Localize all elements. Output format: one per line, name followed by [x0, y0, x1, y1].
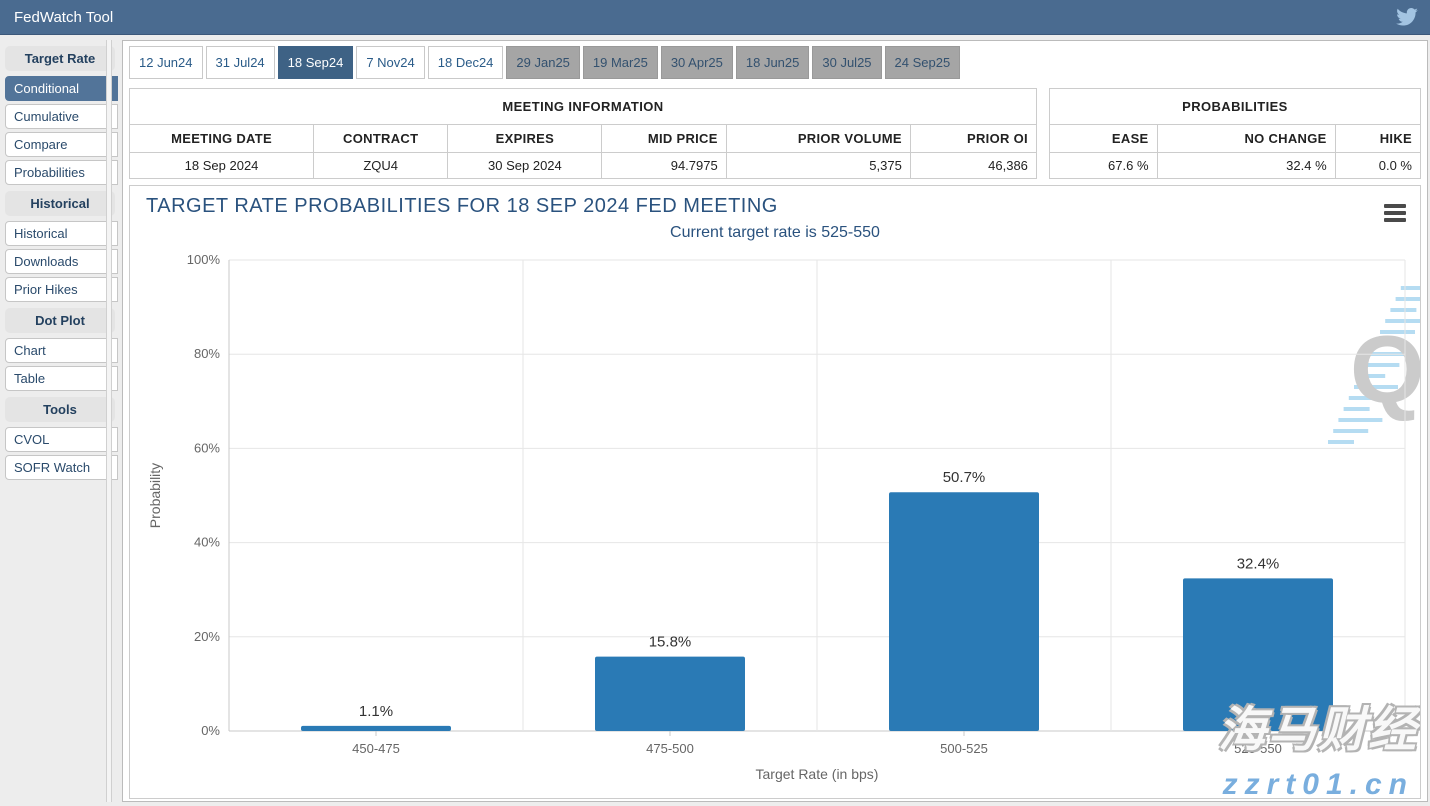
- probabilities-table-title: PROBABILITIES: [1049, 89, 1420, 125]
- meeting-information-table-value-meeting-date: 18 Sep 2024: [130, 153, 314, 179]
- meeting-information-table-col-prior-volume: PRIOR VOLUME: [726, 125, 910, 153]
- sidebar-item-sofr-watch[interactable]: SOFR Watch: [5, 455, 118, 480]
- x-category-label: 450-475: [352, 741, 400, 756]
- sidebar-item-table[interactable]: Table: [5, 366, 118, 391]
- tab-24-sep25[interactable]: 24 Sep25: [885, 46, 961, 79]
- probabilities-table-value-ease: 67.6 %: [1049, 153, 1157, 179]
- sidebar-item-chart[interactable]: Chart: [5, 338, 118, 363]
- sidebar: Target Rate Conditional Cumulative Compare P…: [0, 40, 118, 483]
- meeting-information-table-col-contract: CONTRACT: [314, 125, 448, 153]
- sidebar-item-conditional[interactable]: Conditional: [5, 76, 118, 101]
- sidebar-item-compare[interactable]: Compare: [5, 132, 118, 157]
- tab-18-sep24[interactable]: 18 Sep24: [278, 46, 354, 79]
- app-header: FedWatch Tool: [0, 0, 1430, 35]
- info-tables-row: MEETING INFORMATIONMEETING DATECONTRACTE…: [129, 88, 1421, 179]
- bar-value-label: 32.4%: [1237, 555, 1280, 572]
- chart-context-menu-icon[interactable]: [1384, 204, 1406, 225]
- probabilities-table-col-ease: EASE: [1049, 125, 1157, 153]
- tab-30-apr25[interactable]: 30 Apr25: [661, 46, 733, 79]
- chart-panel: TARGET RATE PROBABILITIES FOR 18 SEP 202…: [129, 185, 1421, 799]
- meeting-information-table-col-mid-price: MID PRICE: [602, 125, 726, 153]
- sidebar-section-header-dot-plot: Dot Plot: [5, 308, 115, 333]
- svg-text:20%: 20%: [194, 629, 220, 644]
- tab-31-jul24[interactable]: 31 Jul24: [206, 46, 275, 79]
- sidebar-section-header-target-rate: Target Rate: [5, 46, 115, 71]
- svg-text:100%: 100%: [187, 252, 221, 267]
- probabilities-table-col-no-change: NO CHANGE: [1157, 125, 1335, 153]
- sidebar-item-cvol[interactable]: CVOL: [5, 427, 118, 452]
- svg-text:60%: 60%: [194, 440, 220, 455]
- bar-value-label: 50.7%: [943, 469, 986, 486]
- meeting-information-table-value-prior-volume: 5,375: [726, 153, 910, 179]
- tab-19-mar25[interactable]: 19 Mar25: [583, 46, 658, 79]
- sidebar-item-historical[interactable]: Historical: [5, 221, 118, 246]
- sidebar-item-probabilities[interactable]: Probabilities: [5, 160, 118, 185]
- tab-30-jul25[interactable]: 30 Jul25: [812, 46, 881, 79]
- sidebar-section-header-historical: Historical: [5, 191, 115, 216]
- svg-text:40%: 40%: [194, 535, 220, 550]
- bar-500-525: [889, 492, 1039, 731]
- meeting-information-table-col-prior-oi: PRIOR OI: [910, 125, 1036, 153]
- main-panel: 12 Jun2431 Jul2418 Sep247 Nov2418 Dec242…: [122, 40, 1428, 802]
- tab-29-jan25[interactable]: 29 Jan25: [506, 46, 580, 79]
- meeting-information-table-value-contract: ZQU4: [314, 153, 448, 179]
- meeting-information-table-value-prior-oi: 46,386: [910, 153, 1036, 179]
- tab-18-jun25[interactable]: 18 Jun25: [736, 46, 810, 79]
- quikstrike-logo-watermark: Q: [1328, 288, 1421, 442]
- sidebar-item-prior-hikes[interactable]: Prior Hikes: [5, 277, 118, 302]
- probabilities-table: PROBABILITIESEASENO CHANGEHIKE 67.6 %32.4…: [1049, 88, 1421, 179]
- x-axis-title: Target Rate (in bps): [756, 766, 879, 782]
- bar-value-label: 1.1%: [359, 703, 393, 720]
- app-title: FedWatch Tool: [14, 9, 113, 26]
- meeting-information-table-value-mid-price: 94.7975: [602, 153, 726, 179]
- probabilities-table-wrap: PROBABILITIESEASENO CHANGEHIKE 67.6 %32.4…: [1049, 88, 1421, 179]
- svg-text:0%: 0%: [201, 723, 220, 738]
- bar-475-500: [595, 657, 745, 731]
- tab-7-nov24[interactable]: 7 Nov24: [356, 46, 424, 79]
- tab-18-dec24[interactable]: 18 Dec24: [428, 46, 504, 79]
- meeting-information-table-col-meeting-date: MEETING DATE: [130, 125, 314, 153]
- watermark-site-name: 海马财经: [1218, 690, 1418, 760]
- x-category-label: 475-500: [646, 741, 694, 756]
- chart-subtitle: Current target rate is 525-550: [130, 224, 1420, 242]
- sidebar-divider: [106, 40, 112, 802]
- tab-12-jun24[interactable]: 12 Jun24: [129, 46, 203, 79]
- meeting-information-table-wrap: MEETING INFORMATIONMEETING DATECONTRACTE…: [129, 88, 1037, 179]
- meeting-information-table-title: MEETING INFORMATION: [130, 89, 1037, 125]
- chart-title: TARGET RATE PROBABILITIES FOR 18 SEP 202…: [146, 195, 778, 218]
- probabilities-table-value-hike: 0.0 %: [1335, 153, 1420, 179]
- twitter-icon[interactable]: [1396, 8, 1418, 26]
- sidebar-item-downloads[interactable]: Downloads: [5, 249, 118, 274]
- tab-row: 12 Jun2431 Jul2418 Sep247 Nov2418 Dec242…: [129, 46, 1421, 79]
- svg-text:Q: Q: [1350, 316, 1421, 423]
- meeting-information-table-value-expires: 30 Sep 2024: [448, 153, 602, 179]
- sidebar-item-cumulative[interactable]: Cumulative: [5, 104, 118, 129]
- meeting-information-table: MEETING INFORMATIONMEETING DATECONTRACTE…: [129, 88, 1037, 179]
- y-axis-title: Probability: [147, 463, 163, 528]
- bar-450-475: [301, 726, 451, 731]
- probabilities-table-value-no-change: 32.4 %: [1157, 153, 1335, 179]
- sidebar-section-header-tools: Tools: [5, 397, 115, 422]
- svg-text:80%: 80%: [194, 346, 220, 361]
- probabilities-table-col-hike: HIKE: [1335, 125, 1420, 153]
- bar-value-label: 15.8%: [649, 634, 692, 651]
- meeting-information-table-col-expires: EXPIRES: [448, 125, 602, 153]
- x-category-label: 500-525: [940, 741, 988, 756]
- watermark-site-url: zzrt01.cn: [1223, 768, 1414, 799]
